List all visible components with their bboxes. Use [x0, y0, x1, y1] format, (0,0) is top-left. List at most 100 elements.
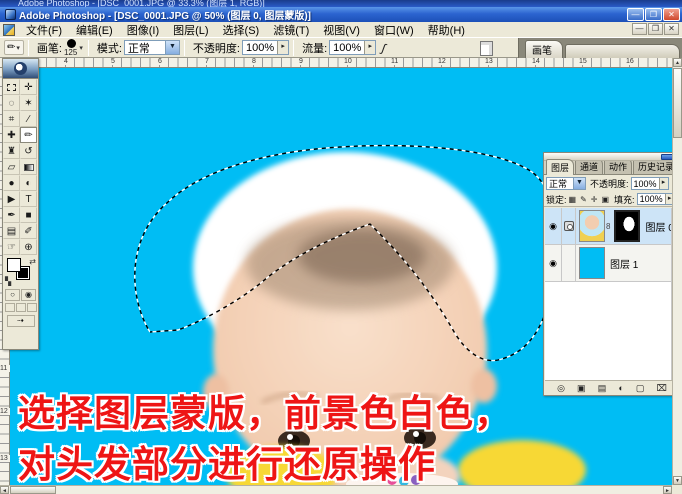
standard-mode-button[interactable]: ○ — [5, 289, 20, 301]
path-select-tool[interactable]: ▶ — [3, 191, 20, 207]
menu-item-4[interactable]: 选择(S) — [216, 21, 267, 39]
marquee-icon — [7, 83, 16, 91]
hand-tool[interactable]: ☞ — [3, 239, 20, 255]
new-layer-button[interactable]: ▢ — [636, 382, 645, 394]
visibility-eye-icon[interactable]: ◉ — [545, 208, 562, 245]
mask-link-icon[interactable]: 8 — [606, 222, 610, 231]
slider-popup-icon[interactable]: ▸ — [658, 178, 668, 189]
adobe-logo[interactable] — [3, 59, 38, 79]
magic-wand-tool[interactable]: ✶ — [20, 95, 37, 111]
color-swatches: ⇄ ▚ — [3, 257, 38, 287]
history-brush-tool[interactable]: ↺ — [20, 143, 37, 159]
lock-icon[interactable]: ✛ — [591, 195, 598, 204]
layer-opacity-field[interactable]: 100% ▸ — [630, 177, 669, 190]
menu-item-1[interactable]: 编辑(E) — [69, 21, 120, 39]
layer-opacity-value: 100% — [633, 178, 657, 189]
gradient-tool[interactable] — [20, 159, 37, 175]
shape-tool[interactable]: ■ — [20, 207, 37, 223]
crop-tool[interactable]: ⌗ — [3, 111, 20, 127]
layer-style-button[interactable]: ◎ — [557, 382, 565, 394]
lasso-tool[interactable]: ◌ — [3, 95, 20, 111]
healing-brush-tool[interactable]: ✚ — [3, 127, 20, 143]
menu-item-8[interactable]: 帮助(H) — [421, 21, 472, 39]
layer-row[interactable]: ◉ 8 图层 0 — [545, 208, 679, 245]
lock-icon[interactable]: ▦ — [569, 195, 577, 204]
slider-popup-icon[interactable]: ▸ — [364, 41, 376, 54]
delete-layer-button[interactable]: ⌧ — [657, 382, 667, 394]
zoom-tool[interactable]: ⊕ — [20, 239, 37, 255]
chevron-down-icon[interactable]: ▾ — [79, 44, 83, 52]
opacity-field[interactable]: 100% ▸ — [241, 40, 290, 55]
file-palette-icon[interactable] — [480, 41, 493, 56]
airbrush-toggle-icon[interactable]: ∫ — [380, 40, 388, 54]
restore-button[interactable]: ❐ — [645, 8, 662, 21]
scroll-up-icon[interactable]: ▲ — [673, 58, 682, 67]
doc-restore-button[interactable]: ❐ — [648, 23, 663, 35]
scroll-down-icon[interactable]: ▼ — [673, 476, 682, 485]
panel-tab-图层[interactable]: 图层 — [546, 159, 575, 175]
blur-tool[interactable]: ● — [3, 175, 20, 191]
menu-item-0[interactable]: 文件(F) — [19, 21, 69, 39]
doc-minimize-button[interactable]: — — [632, 23, 647, 35]
doc-close-button[interactable]: ✕ — [664, 23, 679, 35]
new-group-button[interactable]: ▤ — [598, 382, 607, 394]
lock-icon[interactable]: ▣ — [601, 195, 609, 204]
scroll-right-icon[interactable]: ► — [663, 486, 672, 494]
menu-item-2[interactable]: 图像(I) — [120, 21, 166, 39]
vertical-scrollbar[interactable]: ▲ ▼ — [672, 58, 682, 485]
lock-icon[interactable]: ✎ — [580, 195, 587, 204]
menu-item-7[interactable]: 窗口(W) — [367, 21, 421, 39]
brush-size-picker[interactable]: 125 — [64, 38, 78, 57]
layer-blend-mode-select[interactable]: 正常 ▼ — [546, 177, 586, 190]
horizontal-scroll-thumb[interactable] — [10, 486, 56, 494]
dodge-tool[interactable]: ◐ — [20, 175, 37, 191]
foreground-color-swatch[interactable] — [7, 258, 21, 272]
visibility-eye-icon[interactable]: ◉ — [545, 244, 562, 282]
notes-tool[interactable]: ▤ — [3, 223, 20, 239]
menu-item-6[interactable]: 视图(V) — [316, 21, 367, 39]
layer-row[interactable]: ◉ 图层 1 — [545, 244, 679, 282]
adjustment-layer-button[interactable]: ◐ — [618, 382, 623, 394]
layer-mask-thumbnail[interactable] — [614, 210, 641, 242]
horizontal-ruler[interactable]: 4 5 6 7 8 9 10 11 12 13 14 15 16 — [0, 58, 672, 68]
minimize-button[interactable]: — — [627, 8, 644, 21]
layer-thumbnail[interactable] — [579, 210, 605, 242]
layer-name[interactable]: 图层 0 — [645, 219, 673, 234]
brush-tool[interactable]: ✏ — [20, 127, 37, 143]
rect-marquee-tool[interactable] — [3, 79, 20, 95]
slider-popup-icon[interactable]: ▸ — [277, 41, 289, 54]
swap-colors-icon[interactable]: ⇄ — [29, 257, 36, 266]
menu-item-3[interactable]: 图层(L) — [166, 21, 215, 39]
ruler-number: 13 — [0, 455, 10, 462]
eraser-tool[interactable]: ▱ — [3, 159, 20, 175]
blend-mode-select[interactable]: 正常 ▼ — [123, 40, 180, 55]
close-button[interactable]: ✕ — [663, 8, 680, 21]
fullscreen-menubar-button[interactable] — [15, 303, 26, 312]
quickmask-mode-button[interactable]: ◉ — [21, 289, 36, 301]
fullscreen-button[interactable] — [26, 303, 37, 312]
slice-tool[interactable]: ∕ — [20, 111, 37, 127]
move-tool[interactable]: ✛ — [20, 79, 37, 95]
add-mask-button[interactable]: ▣ — [577, 382, 586, 394]
scroll-left-icon[interactable]: ◄ — [0, 486, 9, 494]
tool-preset-picker[interactable]: ✏ ▾ — [4, 40, 24, 55]
brushes-palette-tab[interactable]: 画笔 — [525, 40, 563, 58]
standard-screen-button[interactable] — [4, 303, 15, 312]
horizontal-scrollbar[interactable]: ◄ ► — [0, 485, 672, 494]
options-bar: ✏ ▾ 画笔: 125 ▾ 模式: 正常 ▼ 不透明度: 100% ▸ 流量: … — [0, 37, 682, 58]
layer-name[interactable]: 图层 1 — [610, 256, 638, 271]
opacity-value: 100% — [245, 41, 275, 54]
menu-item-5[interactable]: 滤镜(T) — [266, 21, 316, 39]
type-tool[interactable]: T — [20, 191, 37, 207]
pen-tool[interactable]: ✒ — [3, 207, 20, 223]
layer-thumbnail[interactable] — [579, 247, 605, 279]
annotation-line1: 选择图层蒙版，前景色白色， — [18, 391, 512, 435]
vertical-scroll-thumb[interactable] — [673, 68, 682, 138]
flow-field[interactable]: 100% ▸ — [329, 40, 377, 55]
clone-stamp-tool[interactable]: ♜ — [3, 143, 20, 159]
eyedropper-tool[interactable]: ✐ — [20, 223, 37, 239]
gradient-icon — [23, 163, 34, 171]
layer-fill-field[interactable]: 100% ▸ — [636, 193, 675, 205]
imageready-button[interactable]: ⇢ — [6, 315, 35, 327]
default-colors-icon[interactable]: ▚ — [5, 277, 11, 286]
